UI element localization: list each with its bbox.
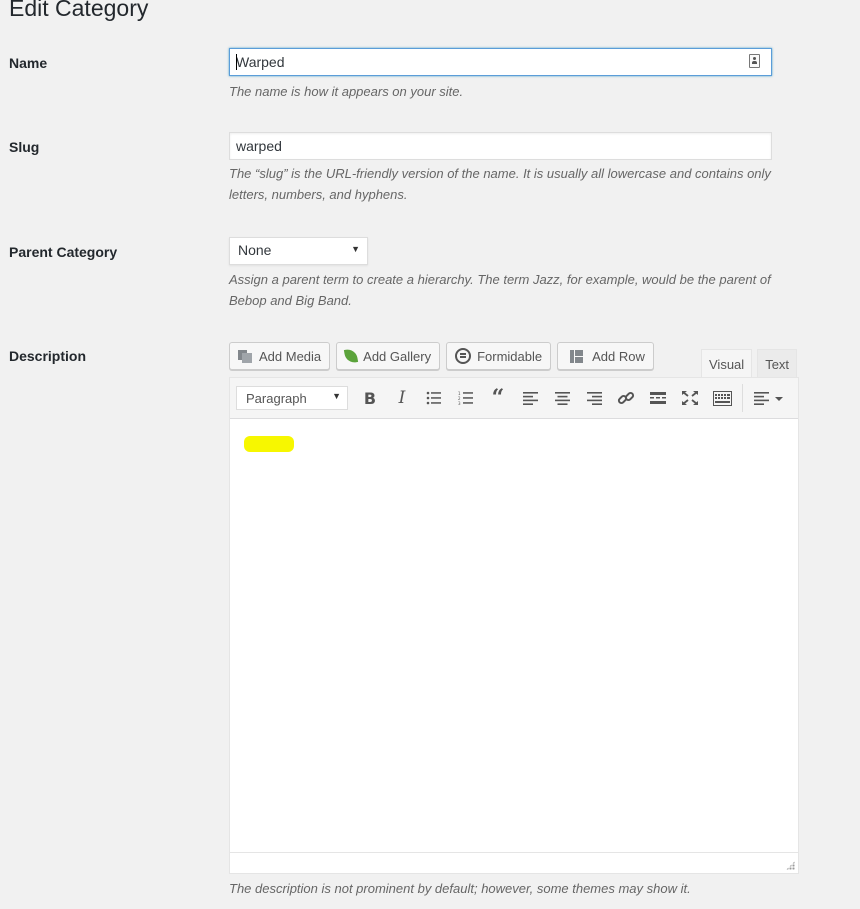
resize-handle-icon[interactable] [786, 861, 795, 870]
add-media-label: Add Media [259, 348, 322, 364]
description-label: Description [9, 348, 87, 364]
leaf-icon [344, 348, 359, 364]
formidable-button[interactable]: Formidable [446, 342, 552, 370]
blockquote-icon[interactable]: “ [484, 384, 512, 412]
description-editor: Paragraph ▼ B I 123 “ [229, 377, 799, 874]
insert-link-icon[interactable] [612, 384, 640, 412]
add-media-button[interactable]: Add Media [229, 342, 331, 370]
text-align-dropdown-icon[interactable] [749, 384, 789, 412]
add-gallery-button[interactable]: Add Gallery [336, 342, 441, 370]
format-select[interactable]: Paragraph ▼ [236, 386, 348, 410]
slug-help-line2: letters, numbers, and hyphens. [229, 187, 408, 202]
toolbar-separator [742, 384, 743, 412]
add-row-button[interactable]: Add Row [557, 342, 654, 370]
name-label: Name [9, 55, 48, 71]
format-select-value: Paragraph [246, 390, 307, 406]
align-center-icon[interactable] [548, 384, 576, 412]
read-more-icon[interactable] [644, 384, 672, 412]
tab-text[interactable]: Text [757, 349, 798, 378]
slug-label: Slug [9, 139, 40, 155]
name-field-group: The name is how it appears on your site. [229, 48, 809, 102]
italic-icon[interactable]: I [388, 384, 416, 412]
formidable-icon [455, 348, 472, 364]
slug-help-line1: The “slug” is the URL-friendly version o… [229, 166, 771, 181]
page-title: Edit Category [9, 0, 149, 21]
slug-input[interactable] [229, 132, 772, 160]
redacted-highlight [244, 436, 294, 452]
name-input[interactable] [229, 48, 772, 76]
align-right-icon[interactable] [580, 384, 608, 412]
autofill-contact-icon[interactable] [749, 54, 760, 68]
bold-icon[interactable]: B [356, 384, 384, 412]
parent-help-line1: Assign a parent term to create a hierarc… [229, 272, 771, 287]
svg-text:3: 3 [458, 401, 461, 405]
parent-category-group: None ▼ Assign a parent term to create a … [229, 237, 809, 311]
toolbar-toggle-icon[interactable] [708, 384, 736, 412]
parent-category-label: Parent Category [9, 244, 118, 260]
media-buttons: Add Media Add Gallery Formidable Add Row [229, 342, 654, 370]
slug-help-text: The “slug” is the URL-friendly version o… [229, 163, 809, 205]
add-gallery-label: Add Gallery [363, 348, 432, 364]
dropdown-arrow-icon: ▼ [351, 244, 360, 254]
editor-tabs: Visual Text [701, 349, 798, 379]
parent-help-line2: Bebop and Big Band. [229, 293, 352, 308]
editor-status-bar [230, 852, 798, 873]
tab-visual[interactable]: Visual [701, 349, 753, 379]
name-help-text: The name is how it appears on your site. [229, 84, 464, 99]
text-cursor [236, 54, 237, 70]
parent-help-text: Assign a parent term to create a hierarc… [229, 269, 809, 311]
editor-toolbar: Paragraph ▼ B I 123 “ [230, 378, 798, 419]
parent-category-value: None [238, 242, 272, 258]
add-row-icon [570, 349, 584, 363]
numbered-list-icon[interactable]: 123 [452, 384, 480, 412]
add-row-label: Add Row [592, 348, 645, 364]
formidable-label: Formidable [477, 348, 543, 364]
dropdown-arrow-icon: ▼ [332, 391, 341, 401]
slug-field-group: The “slug” is the URL-friendly version o… [229, 132, 809, 205]
parent-category-select[interactable]: None ▼ [229, 237, 368, 265]
description-help-text: The description is not prominent by defa… [229, 881, 691, 896]
bulleted-list-icon[interactable] [420, 384, 448, 412]
align-left-icon[interactable] [516, 384, 544, 412]
fullscreen-icon[interactable] [676, 384, 704, 412]
editor-content-area[interactable] [230, 419, 798, 852]
add-media-icon [238, 349, 253, 363]
